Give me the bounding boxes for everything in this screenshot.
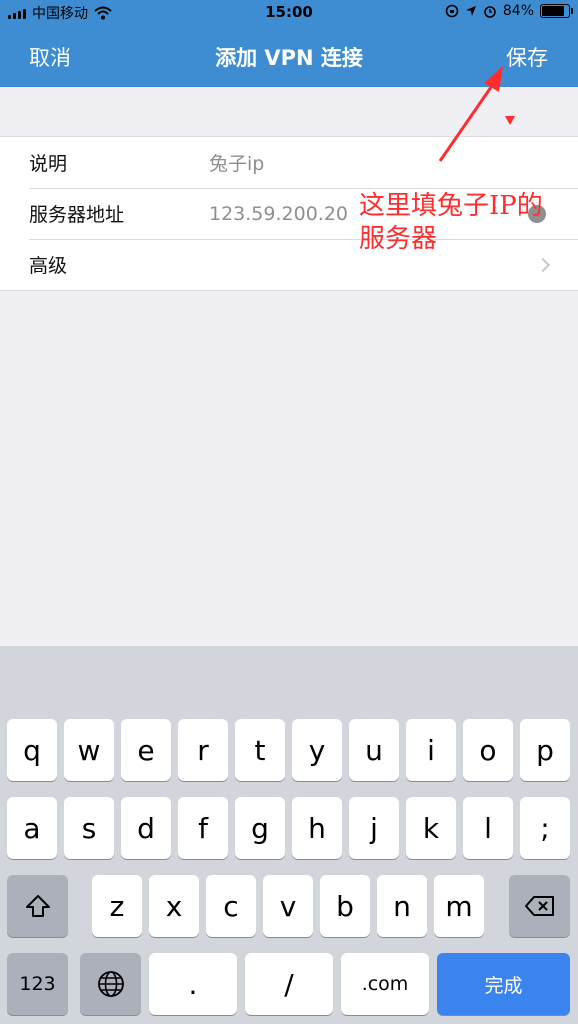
key-i[interactable]: i [406,719,456,781]
key-c[interactable]: c [206,875,256,937]
annotation-line-1: 这里填兔子IP的 [359,191,543,221]
done-button[interactable]: 完成 [437,953,570,1015]
key-x[interactable]: x [149,875,199,937]
key-n[interactable]: n [377,875,427,937]
description-field[interactable]: 兔子ip [209,149,264,176]
header: 中国移动 15:00 84% 取消 添加 VPN 连接 保存 [0,0,578,87]
dot-key[interactable]: . [149,953,237,1015]
key-y[interactable]: y [292,719,342,781]
annotation-text: 这里填兔子IP的 服务器 [359,190,569,256]
key-b[interactable]: b [320,875,370,937]
globe-key[interactable] [80,953,141,1015]
key-a[interactable]: a [7,797,57,859]
key-t[interactable]: t [235,719,285,781]
location-icon [465,6,476,16]
save-button[interactable]: 保存 [506,42,548,72]
key-g[interactable]: g [235,797,285,859]
key-v[interactable]: v [263,875,313,937]
alarm-icon [484,6,496,18]
server-field[interactable]: 123.59.200.20 [209,203,348,225]
key-f[interactable]: f [178,797,228,859]
key-l[interactable]: l [463,797,513,859]
numbers-key[interactable]: 123 [7,953,68,1015]
key-r[interactable]: r [178,719,228,781]
status-right: 84% [445,3,573,19]
battery-icon [540,4,573,18]
key-j[interactable]: j [349,797,399,859]
shift-key[interactable] [7,875,68,937]
page-title: 添加 VPN 连接 [215,46,363,70]
dotcom-key[interactable]: .com [341,953,429,1015]
key-z[interactable]: z [92,875,142,937]
description-row[interactable]: 说明 兔子ip [0,137,578,188]
slash-key[interactable]: / [245,953,333,1015]
backspace-key[interactable] [509,875,570,937]
shift-icon [25,895,50,917]
keyboard: q w e r t y u i o p a s d f g h j k l ; … [0,646,578,1024]
annotation-line-2: 服务器 [359,224,438,254]
key-o[interactable]: o [463,719,513,781]
key-w[interactable]: w [64,719,114,781]
arrow-mark [505,116,515,125]
key-q[interactable]: q [7,719,57,781]
key-u[interactable]: u [349,719,399,781]
key-s[interactable]: s [64,797,114,859]
status-bar: 中国移动 15:00 84% [0,0,578,26]
server-label: 服务器地址 [29,204,125,226]
globe-icon [97,971,124,997]
rotation-lock-icon [445,4,459,18]
key-h[interactable]: h [292,797,342,859]
key-e[interactable]: e [121,719,171,781]
key-semicolon[interactable]: ; [520,797,570,859]
key-m[interactable]: m [434,875,484,937]
battery-percent: 84% [502,3,534,19]
key-d[interactable]: d [121,797,171,859]
chevron-right-icon [535,257,551,272]
key-p[interactable]: p [520,719,570,781]
description-label: 说明 [29,153,68,175]
advanced-label: 高级 [29,255,68,277]
backspace-icon [524,896,554,916]
key-k[interactable]: k [406,797,456,859]
